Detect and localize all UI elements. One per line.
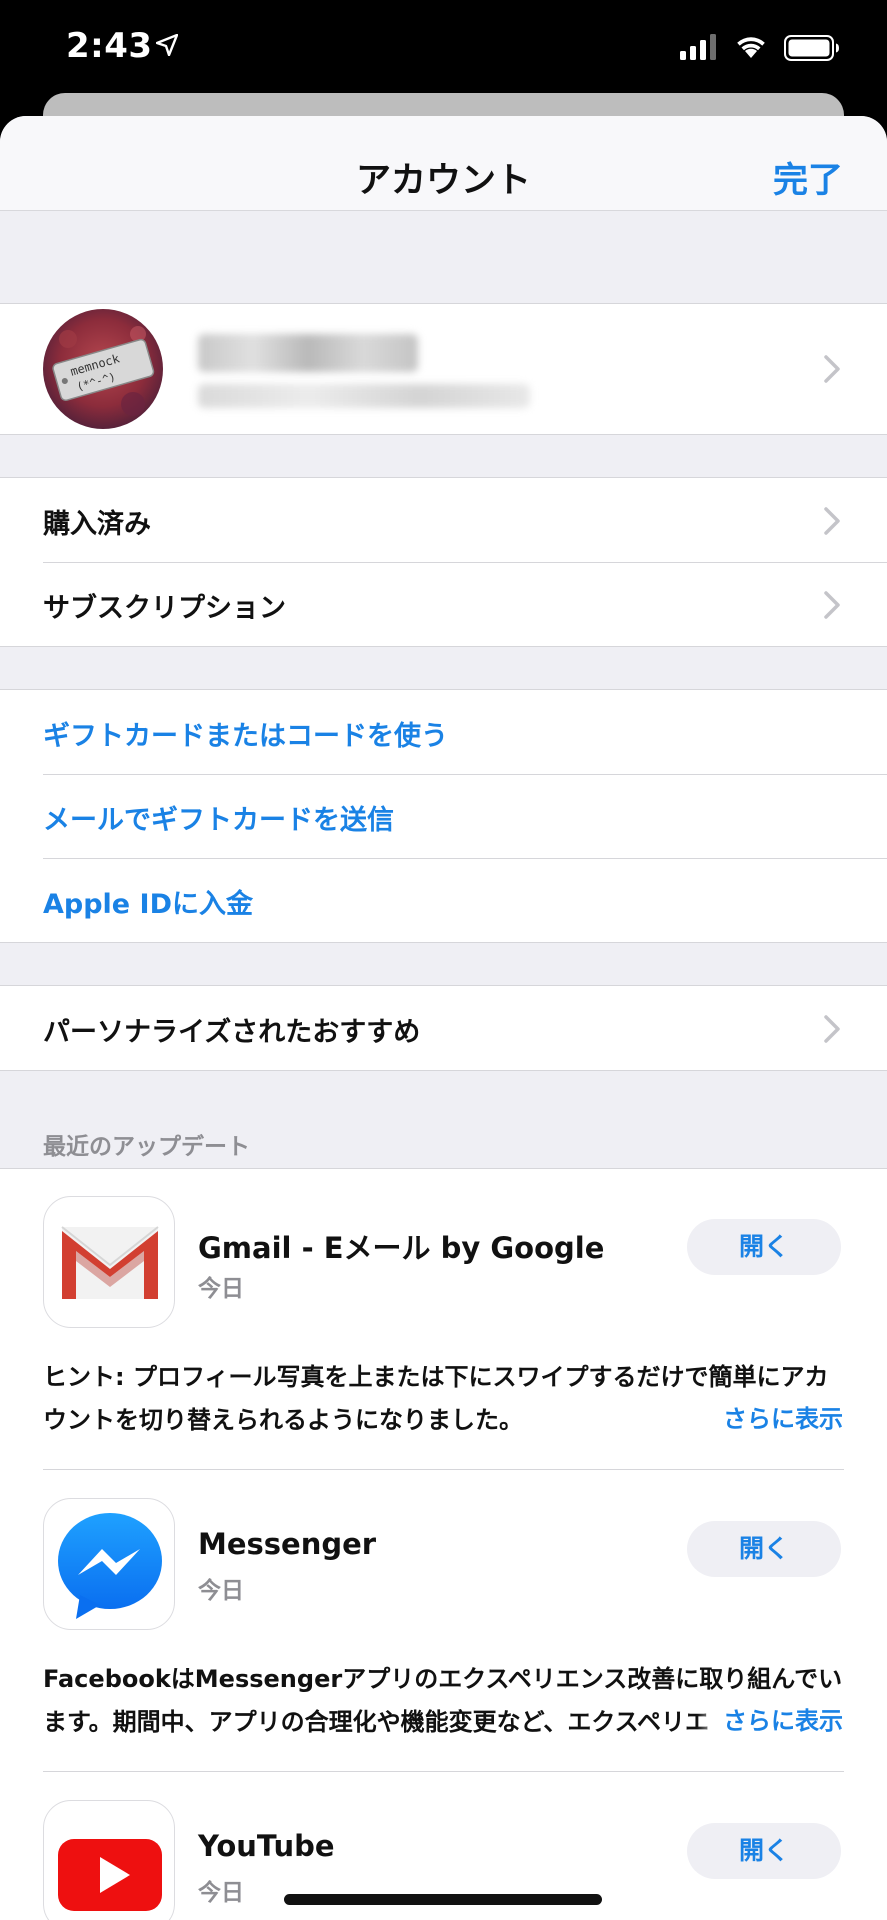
profile-row[interactable]: memnock (*^-^) [0,304,887,434]
add-funds-link[interactable]: Apple IDに入金 [43,882,253,921]
wifi-icon [737,37,765,58]
chevron-right-icon [824,1015,840,1043]
youtube-icon[interactable] [43,1800,175,1920]
avatar: memnock (*^-^) [43,309,163,429]
open-messenger-button[interactable]: 開く [687,1521,841,1577]
chevron-right-icon [824,355,840,383]
home-indicator[interactable] [284,1894,602,1905]
chevron-right-icon [824,507,840,535]
app-date: 今日 [198,1578,244,1604]
send-gift-card-link[interactable]: メールでギフトカードを送信 [43,798,394,837]
app-name: YouTube [198,1829,335,1863]
send-gift-card-row[interactable]: メールでギフトカードを送信 [0,774,887,858]
open-gmail-button[interactable]: 開く [687,1219,841,1275]
app-name: Messenger [198,1527,377,1561]
recent-updates-header: 最近のアップデート [43,1134,250,1160]
redeem-gift-card-row[interactable]: ギフトカードまたはコードを使う [0,690,887,774]
gift-group: ギフトカードまたはコードを使う メールでギフトカードを送信 Apple IDに入… [0,689,887,943]
account-email-redacted [198,384,530,408]
purchased-row[interactable]: 購入済み [0,478,887,562]
app-date: 今日 [198,1276,244,1302]
account-sheet: アカウント 完了 memnock (*^-^) 購入済み サブスクリプション ギ… [0,116,887,1920]
open-youtube-button[interactable]: 開く [687,1823,841,1879]
subscriptions-label: サブスクリプション [43,593,286,624]
gmail-icon[interactable] [43,1196,175,1328]
redeem-gift-card-link[interactable]: ギフトカードまたはコードを使う [43,714,448,753]
cellular-signal-icon [680,34,716,60]
chevron-right-icon [824,591,840,619]
personalized-recommendations-row[interactable]: パーソナライズされたおすすめ [0,986,887,1070]
avatar-image: memnock (*^-^) [43,309,163,429]
more-link[interactable]: さらに表示 [697,1399,843,1434]
divider [43,1469,844,1470]
recent-updates-list: Gmail - Eメール by Google 今日 開く ヒント: プロフィール… [0,1168,887,1920]
app-date: 今日 [198,1880,244,1906]
battery-icon [784,35,839,61]
subscriptions-row[interactable]: サブスクリプション [0,562,887,646]
messenger-icon[interactable] [43,1498,175,1630]
location-arrow-icon [156,34,178,56]
account-name-redacted [198,334,418,372]
divider [43,1771,844,1772]
more-link[interactable]: さらに表示 [697,1701,843,1736]
nav-bar: アカウント 完了 [0,116,887,211]
page-title: アカウント [355,161,531,201]
purchases-group: 購入済み サブスクリプション [0,477,887,647]
profile-group: memnock (*^-^) [0,303,887,435]
app-name: Gmail - Eメール by Google [198,1231,605,1265]
personalized-group: パーソナライズされたおすすめ [0,985,887,1071]
purchased-label: 購入済み [43,509,151,540]
status-time: 2:43 [66,26,153,66]
status-bar: 2:43 [0,0,887,95]
add-funds-row[interactable]: Apple IDに入金 [0,858,887,942]
personalized-label: パーソナライズされたおすすめ [43,1017,421,1048]
done-button[interactable]: 完了 [773,152,843,203]
